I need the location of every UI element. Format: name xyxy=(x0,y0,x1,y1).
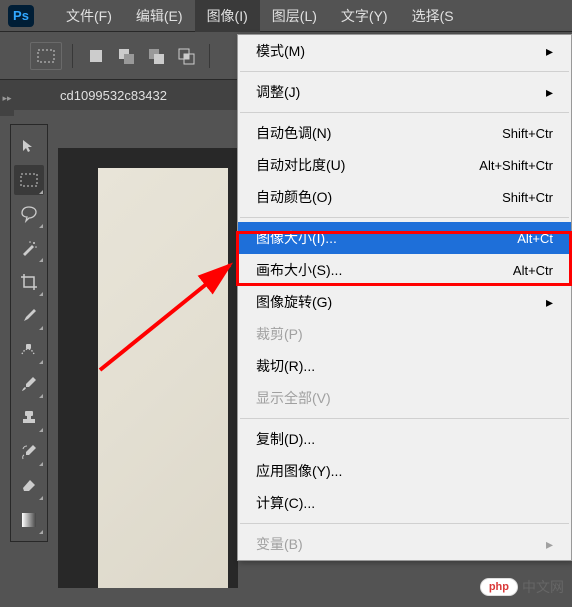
separator xyxy=(209,44,210,68)
menu-canvas-size[interactable]: 画布大小(S)... Alt+Ctr xyxy=(238,254,571,286)
document-tab[interactable]: cd1099532c83432 xyxy=(60,88,167,103)
menu-apply-image[interactable]: 应用图像(Y)... xyxy=(238,455,571,487)
lasso-tool[interactable] xyxy=(14,199,44,229)
menu-item-label: 裁剪(P) xyxy=(256,324,303,344)
menu-item-label: 自动颜色(O) xyxy=(256,187,332,207)
crop-tool[interactable] xyxy=(14,267,44,297)
menu-item-label: 画布大小(S)... xyxy=(256,260,342,280)
submenu-arrow-icon: ▸ xyxy=(546,43,553,60)
tools-panel xyxy=(10,124,48,542)
eraser-tool[interactable] xyxy=(14,471,44,501)
brush-tool[interactable] xyxy=(14,369,44,399)
marquee-preset-icon[interactable] xyxy=(30,42,62,70)
menu-auto-contrast[interactable]: 自动对比度(U) Alt+Shift+Ctr xyxy=(238,149,571,181)
move-tool[interactable] xyxy=(14,131,44,161)
selection-subtract-icon[interactable] xyxy=(143,43,169,69)
menu-item-label: 应用图像(Y)... xyxy=(256,461,342,481)
watermark: php 中文网 xyxy=(480,577,564,597)
magic-wand-tool[interactable] xyxy=(14,233,44,263)
menu-item-label: 模式(M) xyxy=(256,41,305,61)
selection-intersect-icon[interactable] xyxy=(173,43,199,69)
menu-mode[interactable]: 模式(M) ▸ xyxy=(238,35,571,67)
panel-collapse-strip[interactable]: ▸▸ xyxy=(0,80,14,116)
menu-shortcut: Alt+Shift+Ctr xyxy=(479,158,553,173)
submenu-arrow-icon: ▸ xyxy=(546,294,553,311)
eyedropper-tool[interactable] xyxy=(14,301,44,331)
selection-add-icon[interactable] xyxy=(113,43,139,69)
menu-shortcut: Alt+Ctr xyxy=(513,263,553,278)
menu-variables: 变量(B) ▸ xyxy=(238,528,571,560)
menu-image-size[interactable]: 图像大小(I)... Alt+Ct xyxy=(238,222,571,254)
submenu-arrow-icon: ▸ xyxy=(546,536,553,553)
menu-auto-tone[interactable]: 自动色调(N) Shift+Ctr xyxy=(238,117,571,149)
menu-adjustments[interactable]: 调整(J) ▸ xyxy=(238,76,571,108)
menu-shortcut: Shift+Ctr xyxy=(502,126,553,141)
menu-item-label: 图像大小(I)... xyxy=(256,228,337,248)
menu-select[interactable]: 选择(S xyxy=(400,0,466,32)
menu-shortcut: Alt+Ct xyxy=(517,231,553,246)
menu-auto-color[interactable]: 自动颜色(O) Shift+Ctr xyxy=(238,181,571,213)
menu-layer[interactable]: 图层(L) xyxy=(260,0,329,32)
watermark-badge: php xyxy=(480,578,518,596)
image-menu-dropdown: 模式(M) ▸ 调整(J) ▸ 自动色调(N) Shift+Ctr 自动对比度(U) A… xyxy=(237,34,572,561)
menu-separator xyxy=(240,523,569,524)
menu-item-label: 变量(B) xyxy=(256,534,303,554)
separator xyxy=(72,44,73,68)
menu-item-label: 自动色调(N) xyxy=(256,123,331,143)
menu-separator xyxy=(240,71,569,72)
menu-image[interactable]: 图像(I) xyxy=(195,0,260,32)
menu-text[interactable]: 文字(Y) xyxy=(329,0,400,32)
clone-stamp-tool[interactable] xyxy=(14,403,44,433)
menubar: Ps 文件(F) 编辑(E) 图像(I) 图层(L) 文字(Y) 选择(S xyxy=(0,0,572,32)
watermark-text: 中文网 xyxy=(522,577,564,597)
canvas-area xyxy=(58,148,238,588)
menu-separator xyxy=(240,112,569,113)
submenu-arrow-icon: ▸ xyxy=(546,84,553,101)
menu-file[interactable]: 文件(F) xyxy=(54,0,124,32)
menu-item-label: 自动对比度(U) xyxy=(256,155,345,175)
app-logo-text: Ps xyxy=(13,8,29,23)
menu-item-label: 复制(D)... xyxy=(256,429,315,449)
menu-trim[interactable]: 裁切(R)... xyxy=(238,350,571,382)
gradient-tool[interactable] xyxy=(14,505,44,535)
menu-calculations[interactable]: 计算(C)... xyxy=(238,487,571,519)
healing-brush-tool[interactable] xyxy=(14,335,44,365)
menu-duplicate[interactable]: 复制(D)... xyxy=(238,423,571,455)
menu-crop: 裁剪(P) xyxy=(238,318,571,350)
menu-item-label: 显示全部(V) xyxy=(256,388,331,408)
chevron-right-icon: ▸▸ xyxy=(2,93,11,104)
app-logo: Ps xyxy=(8,5,34,27)
menu-image-rotation[interactable]: 图像旋转(G) ▸ xyxy=(238,286,571,318)
menu-item-label: 计算(C)... xyxy=(256,493,315,513)
history-brush-tool[interactable] xyxy=(14,437,44,467)
menu-item-label: 图像旋转(G) xyxy=(256,292,332,312)
marquee-tool[interactable] xyxy=(14,165,44,195)
menu-edit[interactable]: 编辑(E) xyxy=(124,0,195,32)
menu-separator xyxy=(240,418,569,419)
menu-item-label: 调整(J) xyxy=(256,82,300,102)
selection-new-icon[interactable] xyxy=(83,43,109,69)
menu-shortcut: Shift+Ctr xyxy=(502,190,553,205)
menu-reveal-all: 显示全部(V) xyxy=(238,382,571,414)
menu-separator xyxy=(240,217,569,218)
document-canvas[interactable] xyxy=(98,168,228,588)
menu-item-label: 裁切(R)... xyxy=(256,356,315,376)
